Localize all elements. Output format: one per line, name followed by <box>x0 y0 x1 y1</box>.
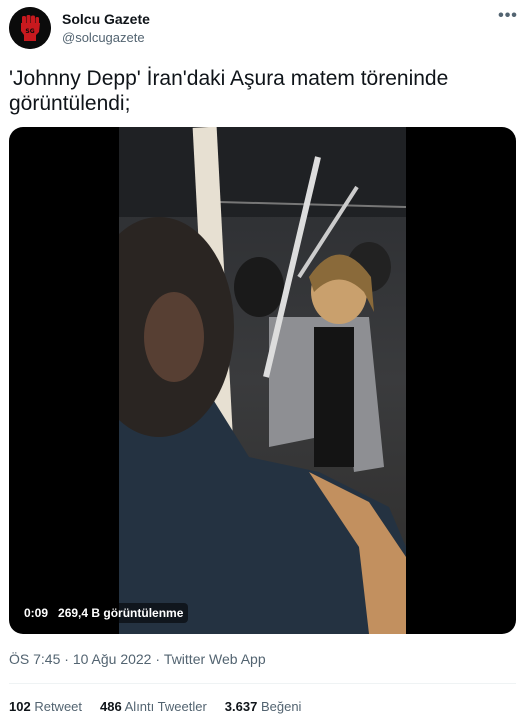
likes-stat[interactable]: 3.637 Beğeni <box>225 699 302 714</box>
tweet-source[interactable]: Twitter Web App <box>164 651 266 667</box>
likes-count: 3.637 <box>224 699 258 714</box>
retweets-label: Retweet <box>34 699 83 714</box>
video-duration: 0:09 <box>24 606 49 620</box>
retweets-stat[interactable]: 102 Retweet <box>9 699 82 714</box>
separator: · <box>151 651 164 667</box>
video-overlay: 0:09 269,4 B görüntülenme <box>19 603 189 623</box>
divider <box>9 683 516 684</box>
red-fist-logo-icon: SG <box>9 7 51 49</box>
video-player[interactable]: 0:09 269,4 B görüntülenme <box>9 127 516 634</box>
svg-text:SG: SG <box>25 28 34 35</box>
author-display-name[interactable]: Solcu Gazete <box>62 11 150 27</box>
likes-label: Beğeni <box>260 699 302 714</box>
engagement-stats: 102 Retweet 486 Alıntı Tweetler 3.637 Be… <box>9 699 319 714</box>
tweet-date[interactable]: 10 Ağu 2022 <box>73 651 152 667</box>
quotes-label: Alıntı Tweetler <box>124 699 207 714</box>
video-view-count: 269,4 B görüntülenme <box>58 606 184 620</box>
author-handle[interactable]: @solcugazete <box>62 30 145 45</box>
separator: · <box>60 651 73 667</box>
video-frame <box>119 127 406 634</box>
tweet-time[interactable]: ÖS 7:45 <box>9 651 60 667</box>
tweet-metadata: ÖS 7:45 · 10 Ağu 2022 · Twitter Web App <box>9 651 266 667</box>
avatar[interactable]: SG <box>9 7 51 49</box>
tweet-card: SG Solcu Gazete @solcugazete ••• 'Johnny… <box>0 0 526 716</box>
retweets-count: 102 <box>9 699 31 714</box>
tweet-text: 'Johnny Depp' İran'daki Aşura matem töre… <box>9 67 449 115</box>
quote-tweets-stat[interactable]: 486 Alıntı Tweetler <box>100 699 207 714</box>
more-options-icon[interactable]: ••• <box>497 8 519 28</box>
quotes-count: 486 <box>100 699 122 714</box>
